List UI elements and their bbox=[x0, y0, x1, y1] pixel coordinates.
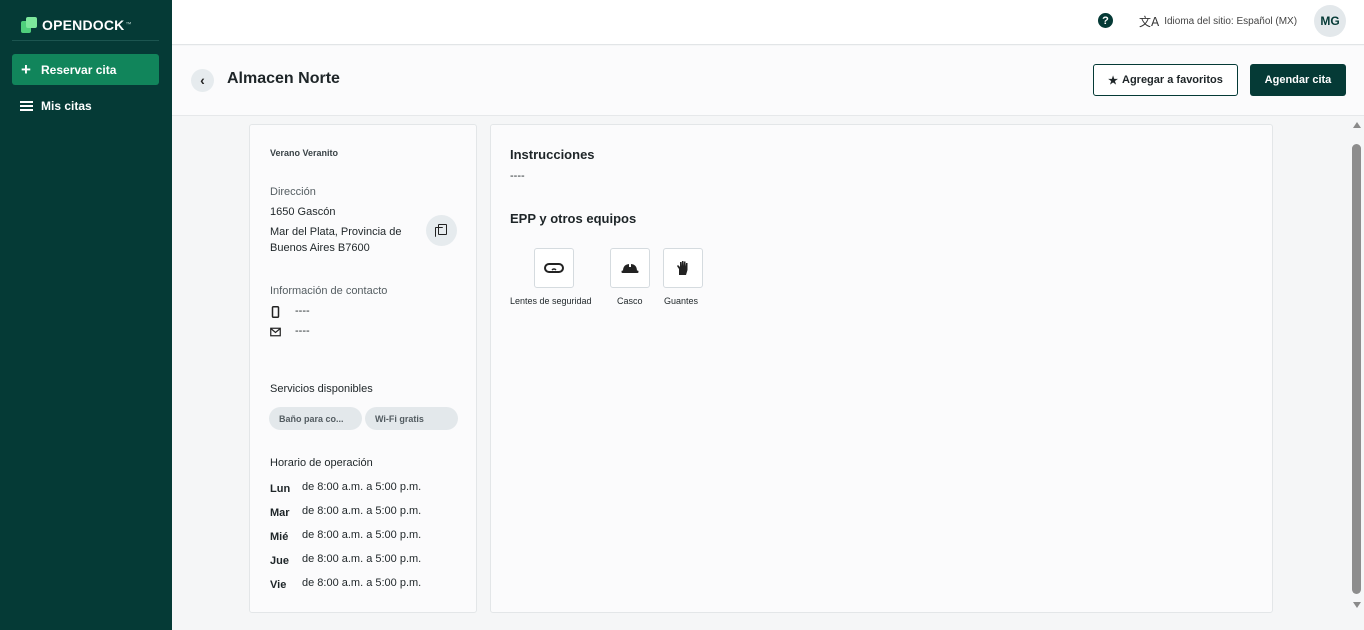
sidebar-item-label: Mis citas bbox=[41, 98, 92, 113]
chevron-left-icon: ‹ bbox=[200, 72, 205, 88]
contact-email: ---- bbox=[295, 325, 310, 337]
list-icon bbox=[20, 100, 33, 111]
help-icon[interactable]: ? bbox=[1098, 13, 1113, 28]
schedule-day: Lun bbox=[270, 483, 291, 495]
contact-phone: ---- bbox=[295, 305, 310, 317]
service-chip[interactable]: Wi-Fi gratis bbox=[365, 407, 458, 430]
schedule-appointment-button[interactable]: Agendar cita bbox=[1250, 64, 1346, 96]
operating-hours-label: Horario de operación bbox=[270, 457, 373, 469]
address-line-2: Mar del Plata, Provincia de bbox=[270, 226, 402, 238]
plus-icon: + bbox=[21, 60, 31, 79]
gloves-icon bbox=[663, 248, 703, 288]
page-header: ‹ Almacen Norte ★ Agregar a favoritos Ag… bbox=[172, 46, 1364, 116]
language-label: Idioma del sitio: Español (MX) bbox=[1164, 16, 1298, 27]
address-line-1: 1650 Gascón bbox=[270, 206, 336, 218]
logo-trademark: ™ bbox=[125, 22, 132, 28]
equipment-title: EPP y otros equipos bbox=[510, 211, 637, 226]
address-line-3: Buenos Aires B7600 bbox=[270, 242, 370, 254]
schedule-hours: de 8:00 a.m. a 5:00 p.m. bbox=[302, 529, 422, 541]
schedule-hours: de 8:00 a.m. a 5:00 p.m. bbox=[302, 505, 422, 517]
schedule-day: Vie bbox=[270, 579, 287, 591]
scroll-down-arrow-icon[interactable] bbox=[1353, 602, 1361, 608]
reserve-appointment-button[interactable]: + Reservar cita bbox=[12, 54, 159, 85]
schedule-day: Jue bbox=[270, 555, 289, 567]
schedule-day: Mié bbox=[270, 531, 289, 543]
scroll-up-arrow-icon[interactable] bbox=[1353, 122, 1361, 128]
sidebar-item-my-appointments[interactable]: Mis citas bbox=[12, 90, 159, 121]
equipment-label: Casco bbox=[617, 296, 643, 306]
language-selector[interactable]: 文A Idioma del sitio: Español (MX) bbox=[1139, 13, 1297, 30]
sidebar-divider bbox=[12, 40, 159, 41]
translate-icon: 文A bbox=[1139, 15, 1160, 29]
instructions-title: Instrucciones bbox=[510, 147, 595, 162]
schedule-hours: de 8:00 a.m. a 5:00 p.m. bbox=[302, 481, 422, 493]
organization-name: Verano Veranito bbox=[270, 148, 339, 158]
star-icon: ★ bbox=[1108, 74, 1118, 87]
instructions-text: ---- bbox=[510, 170, 525, 182]
email-icon bbox=[270, 325, 281, 337]
warehouse-details-card: Instrucciones ---- EPP y otros equipos L… bbox=[490, 124, 1273, 613]
safety-glasses-icon bbox=[534, 248, 574, 288]
back-button[interactable]: ‹ bbox=[191, 69, 214, 92]
logo-mark-icon bbox=[21, 17, 37, 33]
contact-info-label: Información de contacto bbox=[270, 285, 388, 297]
schedule-hours: de 8:00 a.m. a 5:00 p.m. bbox=[302, 577, 422, 589]
service-chip[interactable]: Baño para co... bbox=[269, 407, 362, 430]
opendock-logo[interactable]: OPENDOCK ™ bbox=[21, 17, 132, 33]
logo-text: OPENDOCK bbox=[42, 17, 125, 33]
page-title: Almacen Norte bbox=[227, 70, 340, 87]
warehouse-info-card: Verano Veranito Dirección 1650 Gascón Ma… bbox=[249, 124, 477, 613]
equipment-label: Guantes bbox=[664, 296, 699, 306]
sidebar: OPENDOCK ™ + Reservar cita Mis citas bbox=[0, 0, 172, 630]
phone-icon bbox=[270, 305, 281, 318]
top-bar: ? 文A Idioma del sitio: Español (MX) MG bbox=[172, 0, 1364, 45]
scrollbar-thumb[interactable] bbox=[1352, 144, 1361, 594]
add-to-favorites-label: Agregar a favoritos bbox=[1122, 74, 1223, 86]
reserve-appointment-label: Reservar cita bbox=[41, 62, 117, 77]
address-label: Dirección bbox=[270, 186, 316, 198]
add-to-favorites-button[interactable]: ★ Agregar a favoritos bbox=[1093, 64, 1238, 96]
equipment-label: Lentes de seguridad bbox=[510, 296, 592, 306]
main-content: Verano Veranito Dirección 1650 Gascón Ma… bbox=[172, 116, 1364, 630]
schedule-day: Mar bbox=[270, 507, 290, 519]
hard-hat-icon bbox=[610, 248, 650, 288]
services-label: Servicios disponibles bbox=[270, 383, 373, 395]
copy-address-button[interactable] bbox=[426, 215, 457, 246]
user-avatar[interactable]: MG bbox=[1314, 5, 1346, 37]
schedule-hours: de 8:00 a.m. a 5:00 p.m. bbox=[302, 553, 422, 565]
